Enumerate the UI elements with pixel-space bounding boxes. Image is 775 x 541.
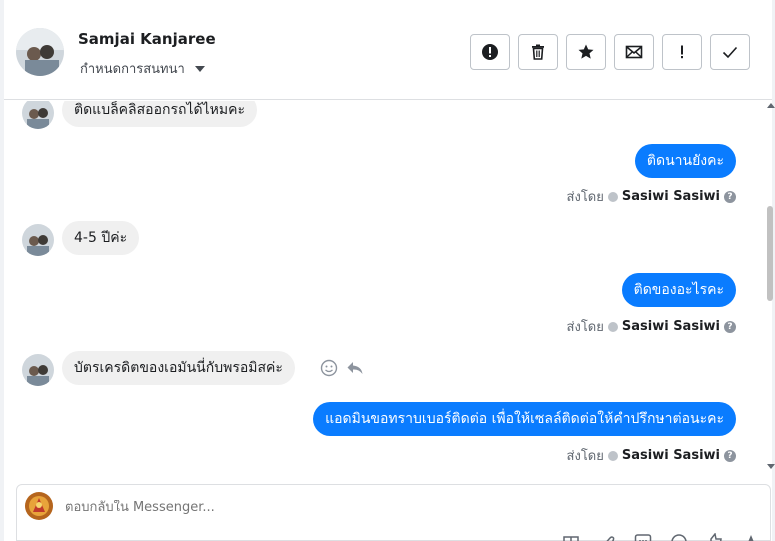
star-button[interactable]: [566, 34, 606, 70]
verified-check-icon: [607, 321, 618, 332]
reply-icon[interactable]: [346, 359, 364, 377]
message-actions: [320, 359, 364, 377]
emoji-icon[interactable]: [670, 532, 688, 541]
mark-unread-button[interactable]: [614, 34, 654, 70]
conversation-header: Samjai Kanjaree กำหนดการสนทนา: [4, 4, 772, 100]
composer-tools: [562, 532, 760, 541]
sender-name: Sasiwi Sasiwi: [621, 448, 720, 463]
message-bubble-outgoing[interactable]: ติดนานยังคะ: [634, 144, 736, 178]
conversation-toolbar: [470, 34, 750, 70]
sent-by-prefix: ส่งโดย: [566, 320, 604, 335]
sent-by-prefix: ส่งโดย: [566, 190, 604, 205]
send-icon[interactable]: [742, 532, 760, 541]
sender-name: Sasiwi Sasiwi: [621, 189, 720, 204]
sent-by-label: ส่งโดย Sasiwi Sasiwi ?: [567, 445, 736, 466]
smiley-reaction-icon[interactable]: [320, 359, 338, 377]
scroll-down-arrow[interactable]: [767, 464, 775, 469]
checkmark-icon: [722, 46, 738, 59]
contact-avatar-small: [22, 101, 54, 129]
like-icon[interactable]: [706, 532, 724, 541]
saved-replies-icon[interactable]: [634, 532, 652, 541]
sent-by-label: ส่งโดย Sasiwi Sasiwi ?: [567, 186, 736, 207]
question-icon[interactable]: ?: [724, 190, 736, 203]
sent-by-label: ส่งโดย Sasiwi Sasiwi ?: [567, 316, 736, 337]
contact-avatar-small: [22, 224, 54, 256]
scroll-thumb[interactable]: [767, 206, 773, 301]
scroll-up-arrow[interactable]: [767, 103, 775, 108]
verified-check-icon: [607, 191, 618, 202]
reply-input[interactable]: [65, 500, 665, 515]
thread-scrollbar[interactable]: [766, 101, 775, 471]
message-bubble-outgoing[interactable]: แอดมินขอทราบเบอร์ติดต่อ เพื่อให้เซลล์ติด…: [313, 402, 736, 436]
gift-icon[interactable]: [562, 532, 580, 541]
message-bubble-outgoing[interactable]: ติดของอะไรคะ: [621, 273, 736, 307]
question-icon[interactable]: ?: [724, 449, 736, 462]
assign-label: กำหนดการสนทนา: [80, 62, 185, 77]
star-icon: [578, 44, 594, 59]
message-bubble-incoming[interactable]: 4-5 ปีค่ะ: [62, 221, 140, 255]
message-bubble-incoming[interactable]: บัตรเครดิตของเอมันนี่กับพรอมิสค่ะ: [62, 351, 295, 385]
envelope-icon: [625, 45, 643, 59]
mark-spam-button[interactable]: [470, 34, 510, 70]
caret-down-icon: [194, 65, 205, 72]
reply-composer: [16, 484, 771, 541]
question-icon[interactable]: ?: [724, 320, 736, 333]
alert-circle-icon: [482, 44, 498, 60]
delete-button[interactable]: [518, 34, 558, 70]
contact-avatar[interactable]: [16, 28, 64, 76]
mark-done-button[interactable]: [710, 34, 750, 70]
message-thread[interactable]: ติดแบล็คลิสออกรถได้ไหมคะ ติดนานยังคะ ส่ง…: [4, 101, 766, 471]
attachment-icon[interactable]: [598, 532, 616, 541]
contact-name: Samjai Kanjaree: [78, 30, 216, 48]
sender-name: Sasiwi Sasiwi: [621, 319, 720, 334]
follow-up-button[interactable]: [662, 34, 702, 70]
assign-conversation-dropdown[interactable]: กำหนดการสนทนา: [80, 58, 205, 79]
exclamation-icon: [681, 45, 683, 59]
contact-avatar-small: [22, 354, 54, 386]
trash-icon: [532, 44, 544, 60]
verified-check-icon: [607, 450, 618, 461]
message-bubble-incoming[interactable]: ติดแบล็คลิสออกรถได้ไหมคะ: [62, 101, 257, 127]
sent-by-prefix: ส่งโดย: [566, 449, 604, 464]
page-avatar: [25, 492, 53, 520]
